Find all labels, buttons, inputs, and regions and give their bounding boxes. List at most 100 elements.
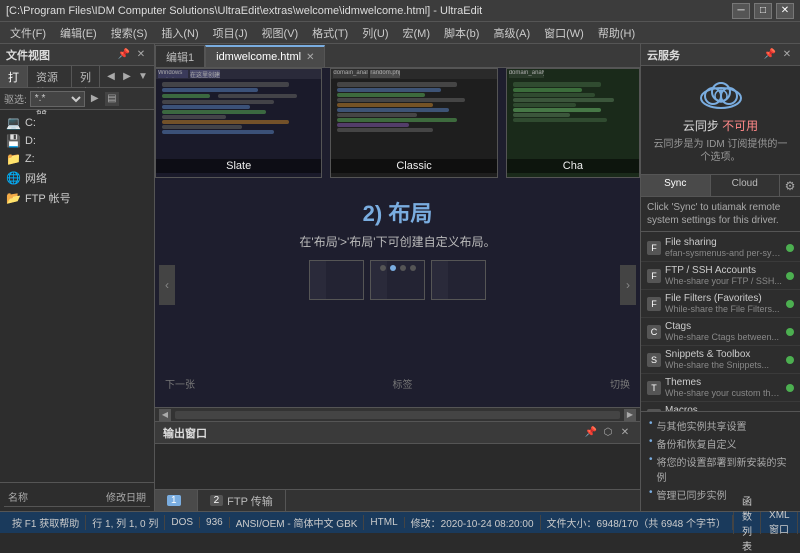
drive-select[interactable]: *.* bbox=[30, 91, 85, 107]
file-tabs: 打开 资源管理器 列表 ◀ ▶ ▼ bbox=[0, 66, 154, 88]
editor-tabs: 编辑1 idmwelcome.html ✕ bbox=[155, 44, 640, 68]
h-scroll-track[interactable] bbox=[175, 411, 620, 419]
cloud-service-ctags: C Ctags Whe-share Ctags between... bbox=[641, 318, 800, 346]
menu-item-n[interactable]: 插入(N) bbox=[155, 23, 204, 43]
forward-arrow-icon[interactable]: ▶ bbox=[120, 70, 134, 84]
file-tree: 💻 C: 💾 D: 📁 Z: 🌐 网络 📂 FTP 帐号 bbox=[0, 110, 154, 482]
menu-item-s[interactable]: 搜索(S) bbox=[105, 23, 154, 43]
title-bar-text: [C:\Program Files\IDM Computer Solutions… bbox=[6, 5, 732, 17]
close-panel-icon[interactable]: ✕ bbox=[134, 48, 148, 62]
file-view-header: 文件视图 📌 ✕ bbox=[0, 44, 154, 66]
menu-item-h[interactable]: 帮助(H) bbox=[592, 23, 641, 43]
cloud-title: 云服务 bbox=[647, 47, 680, 63]
cloud-pin-icon[interactable]: 📌 bbox=[763, 48, 777, 62]
dot-3[interactable] bbox=[400, 265, 406, 271]
service-ftp-info: FTP / SSH Accounts Whe-share your FTP / … bbox=[665, 265, 782, 286]
classic-preview-inner: domain_analyses random.php bbox=[331, 69, 496, 155]
service-ctags-detail: Whe-share Ctags between... bbox=[665, 332, 782, 342]
file-tab-list[interactable]: 列表 bbox=[72, 66, 100, 87]
output-tab-1[interactable]: 1 bbox=[155, 490, 198, 511]
tab-num-2: 2 bbox=[210, 495, 224, 506]
cloud-tab-cloud[interactable]: Cloud bbox=[711, 175, 781, 196]
cloud-settings-desc: Click 'Sync' to utiamak remote system se… bbox=[641, 197, 800, 232]
theme-preview-classic[interactable]: domain_analyses random.php bbox=[330, 68, 497, 178]
editor-tab-2-close[interactable]: ✕ bbox=[306, 52, 314, 63]
service-themes-status bbox=[786, 384, 794, 392]
tree-item-d[interactable]: 💾 D: bbox=[2, 132, 152, 150]
pin-icon[interactable]: 📌 bbox=[117, 48, 131, 62]
status-encoding-num: 936 bbox=[200, 517, 230, 528]
menu-item-a[interactable]: 高级(A) bbox=[487, 23, 536, 43]
dot-4[interactable] bbox=[410, 265, 416, 271]
menu-item-v[interactable]: 视图(V) bbox=[256, 23, 305, 43]
dot-1[interactable] bbox=[380, 265, 386, 271]
service-ctags-icon: C bbox=[647, 325, 661, 339]
drive-c-icon: 💻 bbox=[6, 116, 21, 130]
cha-preview-title: Cha bbox=[507, 159, 639, 173]
scroll-left-arrow[interactable]: ◀ bbox=[159, 409, 171, 421]
editor-tab-1-label: 编辑1 bbox=[166, 49, 194, 65]
close-button[interactable]: ✕ bbox=[776, 3, 794, 19]
cloud-close-icon[interactable]: ✕ bbox=[780, 48, 794, 62]
status-right: 函数列表 XML 窗口 模板列表 云服务 bbox=[733, 512, 800, 534]
drive-arrow-icon[interactable]: ▶ bbox=[88, 92, 102, 106]
service-filters-icon: F bbox=[647, 297, 661, 311]
file-tab-open[interactable]: 打开 bbox=[0, 66, 28, 87]
sync-status: 云同步 不可用 bbox=[683, 117, 758, 134]
menu-item-u[interactable]: 列(U) bbox=[356, 23, 394, 43]
output-close-icon[interactable]: ✕ bbox=[618, 426, 632, 440]
output-float-icon[interactable]: ⬡ bbox=[601, 426, 615, 440]
menu-item-t[interactable]: 格式(T) bbox=[306, 23, 354, 43]
tree-item-network[interactable]: 🌐 网络 bbox=[2, 168, 152, 188]
menu-item-b[interactable]: 脚本(b) bbox=[438, 23, 485, 43]
service-ctags-name: Ctags bbox=[665, 321, 782, 332]
file-tab-extra-icon[interactable]: ▼ bbox=[136, 70, 150, 84]
cloud-icon-area bbox=[696, 76, 746, 111]
back-arrow-icon[interactable]: ◀ bbox=[104, 70, 118, 84]
cloud-sync-area: 云同步 不可用 云同步是为 IDM 订阅提供的一个选项。 bbox=[641, 66, 800, 175]
file-view-title: 文件视图 bbox=[6, 47, 50, 63]
status-tab-funclist[interactable]: 函数列表 bbox=[733, 512, 760, 534]
file-view-icons: 📌 ✕ bbox=[117, 48, 148, 62]
tree-item-c[interactable]: 💻 C: bbox=[2, 114, 152, 132]
ftp-icon: 📂 bbox=[6, 191, 21, 205]
service-filesharing-icon: F bbox=[647, 241, 661, 255]
menu-item-m[interactable]: 宏(M) bbox=[397, 23, 437, 43]
output-header: 输出窗口 📌 ⬡ ✕ bbox=[155, 422, 640, 444]
service-filters-name: File Filters (Favorites) bbox=[665, 293, 782, 304]
editor-tab-1[interactable]: 编辑1 bbox=[155, 45, 205, 67]
status-tab-xml[interactable]: XML 窗口 bbox=[760, 512, 797, 534]
tree-item-z[interactable]: 📁 Z: bbox=[2, 150, 152, 168]
menu-item-e[interactable]: 编辑(E) bbox=[54, 23, 103, 43]
file-tab-nav: ◀ ▶ ▼ bbox=[100, 66, 154, 87]
output-tab-2[interactable]: 2 FTP 传输 bbox=[198, 490, 286, 511]
dot-2[interactable] bbox=[390, 265, 396, 271]
maximize-button[interactable]: □ bbox=[754, 3, 772, 19]
menu-item-f[interactable]: 文件(F) bbox=[4, 23, 52, 43]
theme-preview-cha[interactable]: domain_analyses bbox=[506, 68, 640, 178]
service-filters-detail: While-share the File Filters... bbox=[665, 304, 782, 314]
theme-preview-slate[interactable]: Windows 记事本 在这里创建文件夹 bbox=[155, 68, 322, 178]
theme-previews: Windows 记事本 在这里创建文件夹 bbox=[155, 68, 640, 178]
output-pin-icon[interactable]: 📌 bbox=[584, 426, 598, 440]
bottom-text-3: 将您的设置部署到新安装的实例 bbox=[657, 454, 792, 484]
menu-item-w[interactable]: 窗口(W) bbox=[538, 23, 590, 43]
cloud-tab-sync[interactable]: Sync bbox=[641, 175, 711, 196]
gear-button[interactable]: ⚙ bbox=[780, 175, 800, 196]
title-controls: ─ □ ✕ bbox=[732, 3, 794, 19]
minimize-button[interactable]: ─ bbox=[732, 3, 750, 19]
cloud-bottom-item-3: • 将您的设置部署到新安装的实例 bbox=[649, 454, 792, 484]
drive-extra-icon[interactable]: ▤ bbox=[105, 92, 119, 106]
scroll-right-arrow[interactable]: ▶ bbox=[624, 409, 636, 421]
file-tab-explorer[interactable]: 资源管理器 bbox=[28, 66, 72, 87]
editor-tab-2[interactable]: idmwelcome.html ✕ bbox=[205, 45, 325, 67]
tree-item-ftp[interactable]: 📂 FTP 帐号 bbox=[2, 188, 152, 208]
sync-desc: 云同步是为 IDM 订阅提供的一个选项。 bbox=[649, 138, 792, 164]
service-themes-detail: Whe-share your custom themes... bbox=[665, 388, 782, 398]
status-modified: 修改：2020-10-24 08:20:00 bbox=[405, 515, 541, 530]
tab-num-1: 1 bbox=[167, 495, 181, 506]
menu-item-j[interactable]: 项目(J) bbox=[207, 23, 254, 43]
editor-tab-2-label: idmwelcome.html bbox=[216, 51, 301, 63]
slate-preview-title: Slate bbox=[156, 159, 321, 173]
output-title: 输出窗口 bbox=[163, 425, 207, 441]
